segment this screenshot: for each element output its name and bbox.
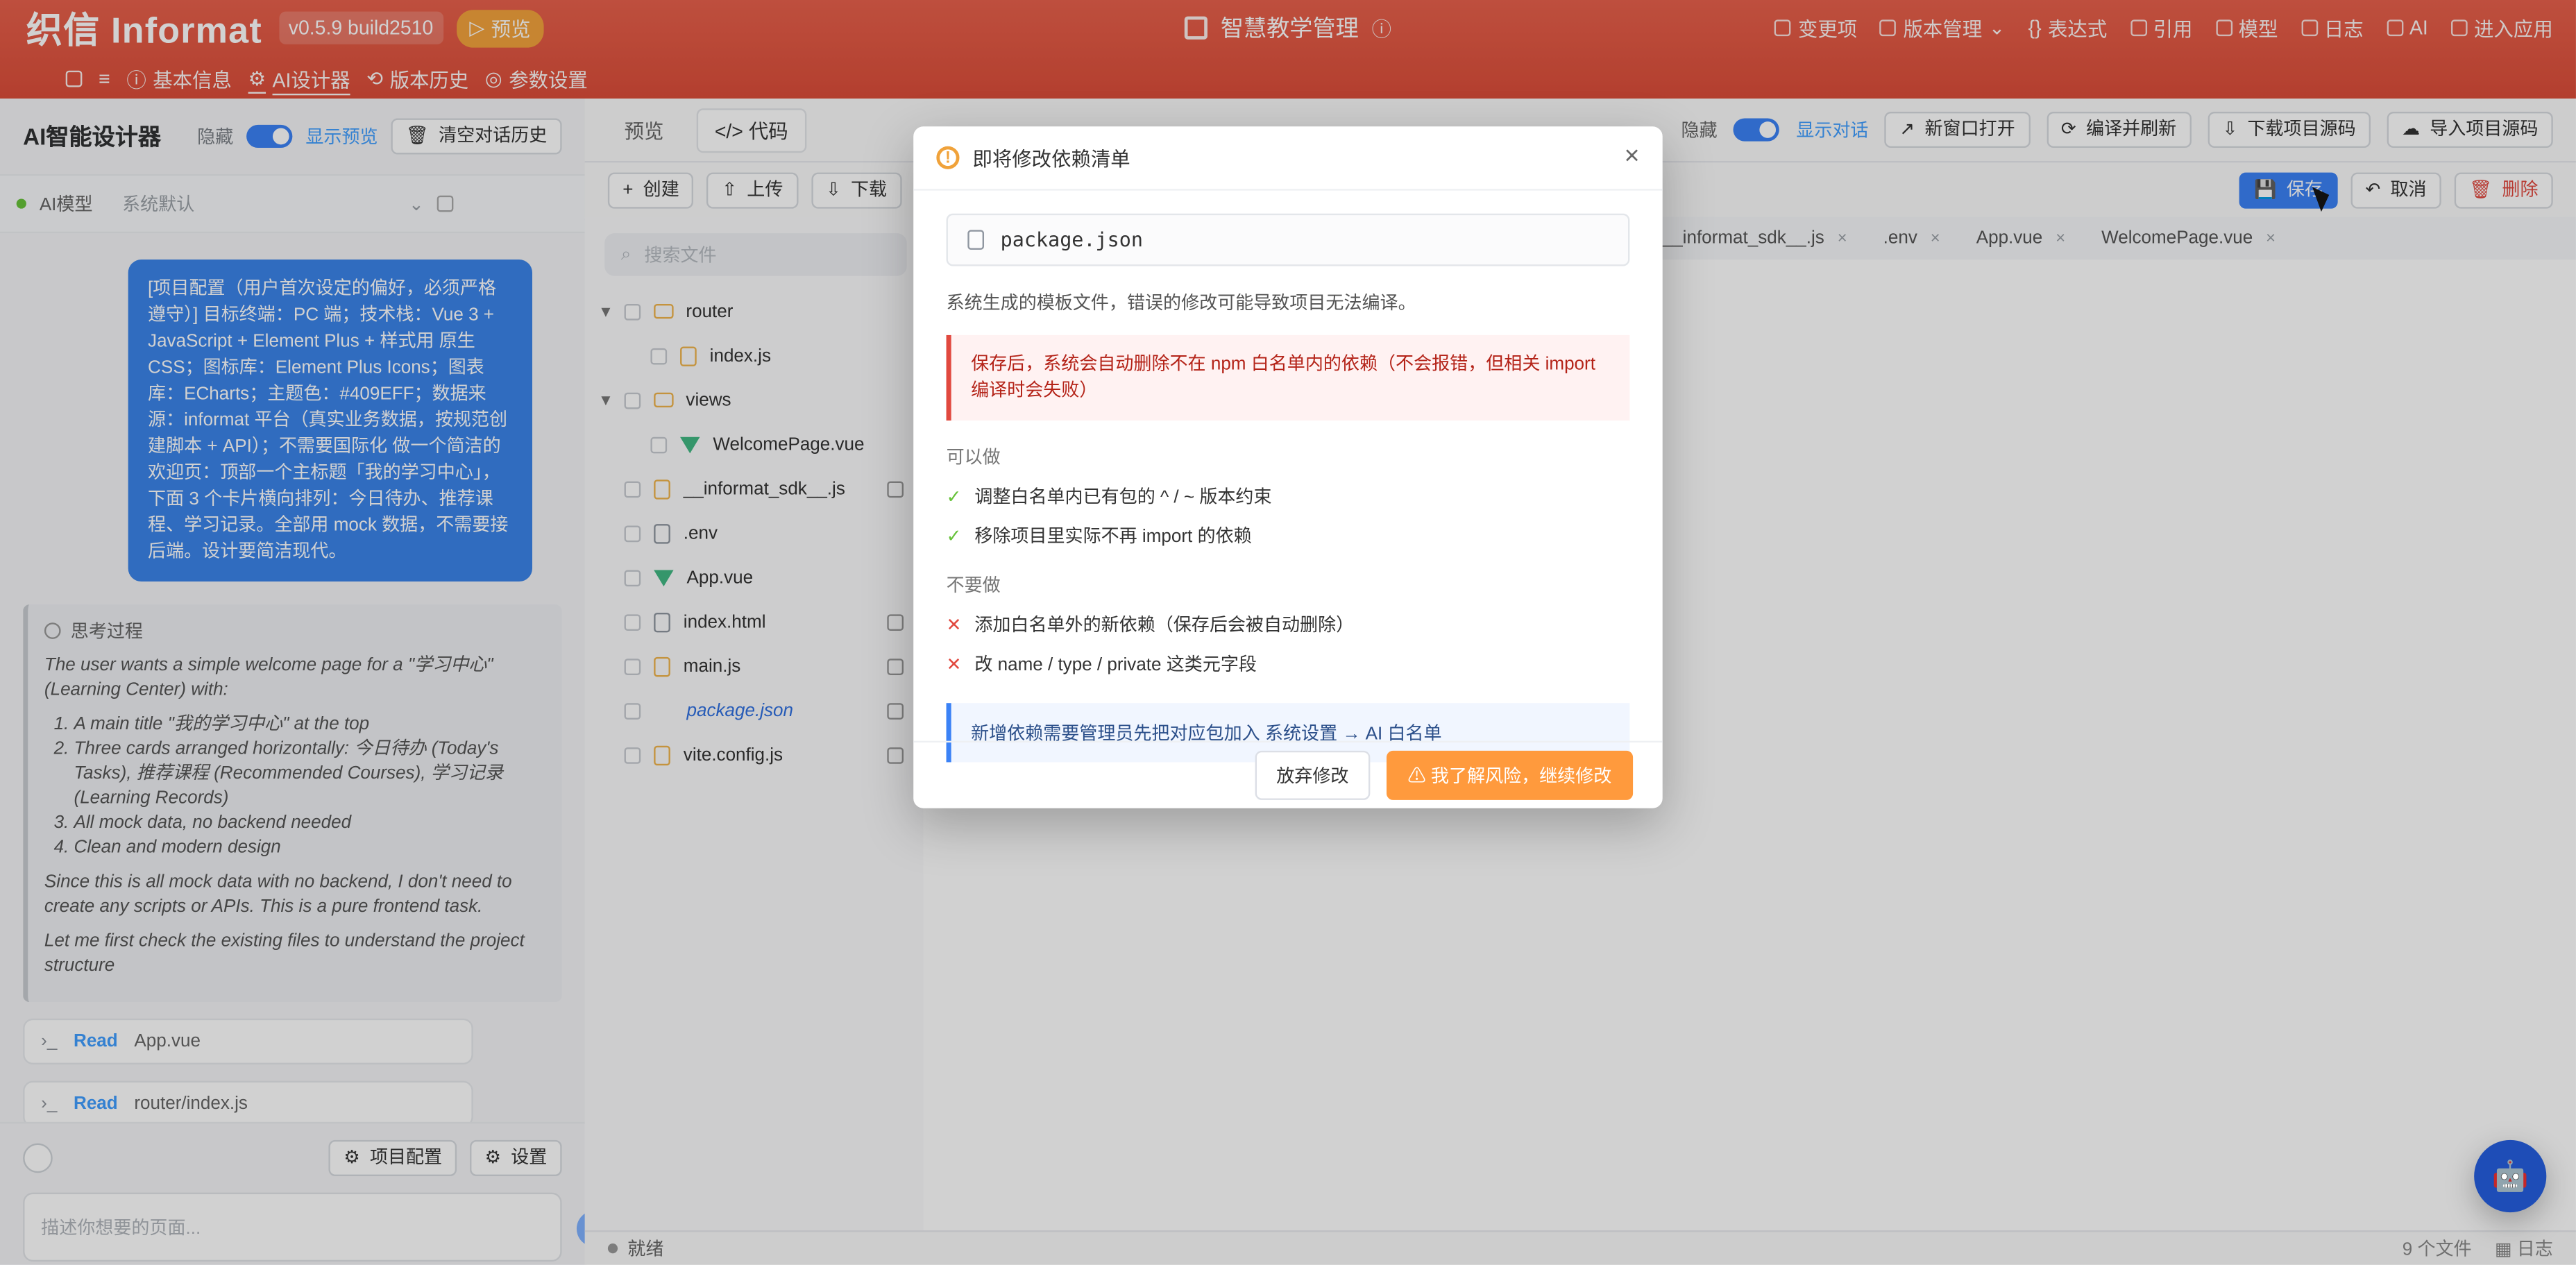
dialog-footer: 放弃修改 ⚠ 我了解风险，继续修改 — [913, 740, 1663, 808]
cannot-item-text: 添加白名单外的新依赖（保存后会被自动删除） — [974, 615, 1355, 636]
danger-notice: 保存后，系统会自动删除不在 npm 白名单内的依赖（不会报错，但相关 impor… — [946, 334, 1630, 421]
x-icon: ✕ — [946, 654, 962, 674]
can-item-text: 移除项目里实际不再 import 的依赖 — [974, 527, 1252, 547]
can-item-text: 调整白名单内已有包的 ^ / ~ 版本约束 — [974, 488, 1272, 508]
x-icon: ✕ — [946, 615, 962, 635]
dialog-description: 系统生成的模板文件，错误的修改可能导致项目无法编译。 — [946, 294, 1416, 314]
discard-changes-button[interactable]: 放弃修改 — [1255, 750, 1371, 800]
file-icon — [967, 230, 985, 250]
dialog-title: 即将修改依赖清单 — [972, 146, 1130, 171]
can-item: ✓ 移除项目里实际不再 import 的依赖 — [947, 523, 1630, 549]
file-chip: package.json — [946, 213, 1630, 266]
check-icon: ✓ — [946, 526, 962, 547]
app-root: 织信 Informat v0.5.9 build2510 ▷ 预览 智慧教学管理… — [0, 0, 2576, 1265]
cannot-item-text: 改 name / type / private 这类元字段 — [974, 655, 1257, 675]
can-item: ✓ 调整白名单内已有包的 ^ / ~ 版本约束 — [947, 483, 1630, 509]
cannot-item: ✕ 改 name / type / private 这类元字段 — [947, 650, 1630, 677]
robot-icon: 🤖 — [2491, 1159, 2529, 1192]
check-icon: ✓ — [946, 486, 962, 507]
cannot-item: ✕ 添加白名单外的新依赖（保存后会被自动删除） — [947, 611, 1630, 638]
continue-edit-button[interactable]: ⚠ 我了解风险，继续修改 — [1386, 750, 1634, 800]
dependency-warning-dialog: ! 即将修改依赖清单 × package.json 系统生成的模板文件，错误的修… — [913, 126, 1663, 808]
dialog-body: package.json 系统生成的模板文件，错误的修改可能导致项目无法编译。 … — [913, 191, 1662, 763]
close-icon[interactable]: × — [1624, 144, 1639, 171]
can-title: 可以做 — [946, 448, 1001, 468]
warning-icon: ! — [936, 146, 960, 169]
cannot-title: 不要做 — [946, 576, 1001, 597]
assistant-robot-button[interactable]: 🤖 — [2474, 1139, 2547, 1213]
file-name: package.json — [1000, 228, 1143, 252]
dialog-header: ! 即将修改依赖清单 × — [913, 126, 1663, 191]
